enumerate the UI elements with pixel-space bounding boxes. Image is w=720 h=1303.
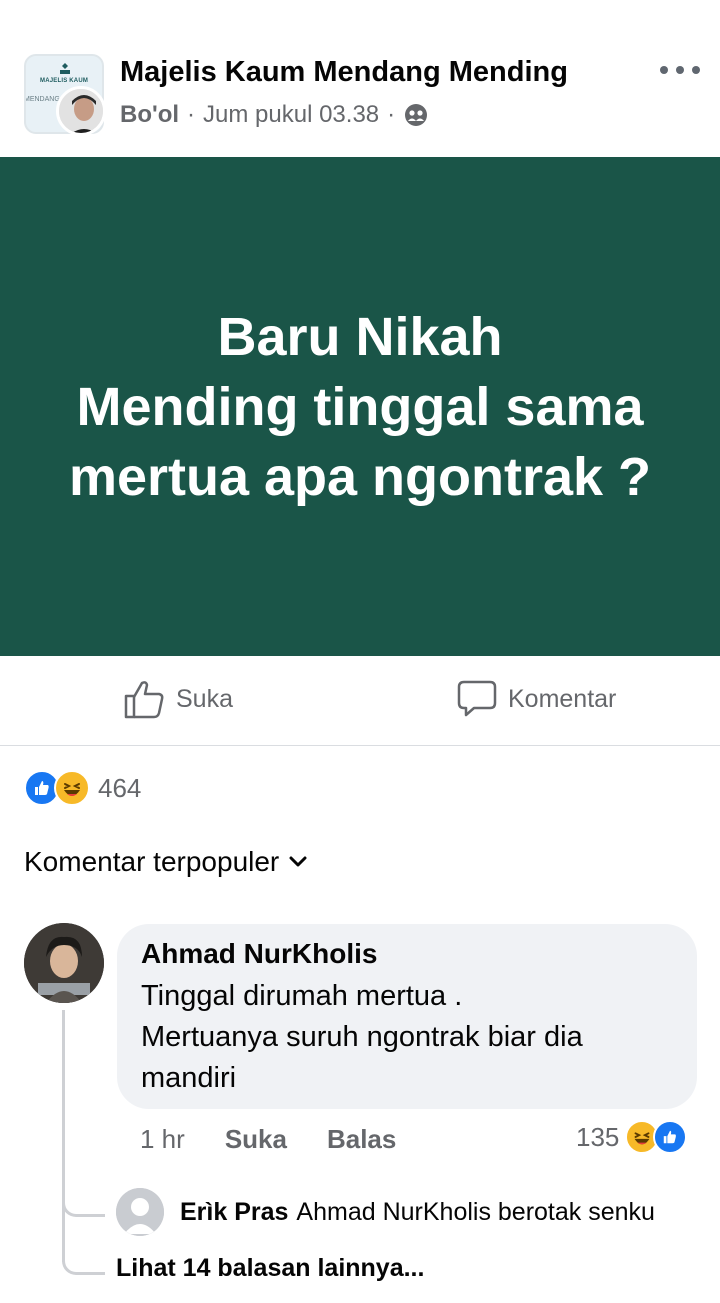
post-author[interactable]: Bo'ol: [120, 101, 179, 129]
post-actions-bar: Suka Komentar: [0, 657, 720, 746]
comment-time[interactable]: 1 hr: [140, 1124, 185, 1155]
banner-line: Mending tinggal sama: [76, 376, 644, 437]
person-icon: [24, 923, 104, 1003]
thumbs-up-icon: [124, 681, 164, 719]
comment-reactions[interactable]: 135: [576, 1120, 688, 1154]
comment-bubble-icon: [457, 680, 497, 717]
reactions-summary[interactable]: 464: [24, 770, 141, 806]
comment-text-line: Tinggal dirumah mertua .: [141, 980, 463, 1012]
post-meta: Bo'ol · Jum pukul 03.38 ·: [120, 101, 429, 129]
default-user-icon: [116, 1188, 164, 1236]
comment-text-line: mandiri: [141, 1062, 237, 1094]
group-members-icon: [405, 104, 428, 126]
thread-connector: [62, 1258, 105, 1275]
reply-avatar[interactable]: [116, 1188, 164, 1236]
more-dot-icon: [660, 66, 668, 74]
banner-line: Baru Nikah: [217, 306, 503, 367]
sort-label: Komentar terpopuler: [24, 846, 280, 877]
more-dot-icon: [676, 66, 684, 74]
like-button[interactable]: Suka: [124, 679, 233, 719]
haha-reaction-icon: [54, 770, 90, 806]
comment-sort-dropdown[interactable]: Komentar terpopuler: [24, 846, 307, 878]
comment-bubble[interactable]: Ahmad NurKholis Tinggal dirumah mertua .…: [117, 924, 697, 1109]
thread-line: [62, 1010, 65, 1262]
comment-text-line: Mertuanya suruh ngontrak biar dia: [141, 1021, 583, 1053]
like-label: Suka: [176, 684, 233, 713]
reaction-count: 464: [98, 772, 142, 803]
more-options-button[interactable]: [660, 58, 700, 82]
group-logo-icon: [60, 63, 70, 74]
comment-reaction-count: 135: [576, 1121, 620, 1152]
more-dot-icon: [692, 66, 700, 74]
post-timestamp[interactable]: Jum pukul 03.38: [203, 101, 379, 129]
reply-text: Ahmad NurKholis berotak senku: [296, 1198, 655, 1226]
comment-label: Komentar: [508, 684, 617, 713]
like-reaction-icon: [653, 1120, 688, 1154]
post-banner[interactable]: Baru Nikah Mending tinggal sama mertua a…: [0, 157, 720, 656]
banner-line: mertua apa ngontrak ?: [68, 446, 652, 507]
comment-button[interactable]: Komentar: [456, 679, 616, 719]
comment-reply-button[interactable]: Balas: [327, 1124, 396, 1155]
author-avatar[interactable]: [56, 86, 106, 136]
chevron-down-icon: [289, 856, 307, 867]
group-logo-text: MAJELIS KAUM: [40, 78, 89, 84]
group-name[interactable]: Majelis Kaum Mendang Mending: [120, 56, 568, 89]
reply-author[interactable]: Erìk Pras: [180, 1198, 288, 1226]
thread-connector: [62, 1200, 105, 1217]
commenter-avatar[interactable]: [24, 923, 104, 1003]
meta-separator: ·: [187, 101, 196, 128]
comment-author[interactable]: Ahmad NurKholis: [141, 938, 673, 970]
group-logo-subtext: MENDANG: [24, 96, 60, 103]
comment-meta: 1 hr Suka Balas: [140, 1124, 436, 1155]
view-more-replies-link[interactable]: Lihat 14 balasan lainnya...: [116, 1254, 424, 1283]
reply-preview[interactable]: Erìk Pras Ahmad NurKholis berotak senku: [180, 1198, 655, 1227]
meta-separator: ·: [387, 101, 396, 128]
comment-like-button[interactable]: Suka: [225, 1124, 287, 1155]
